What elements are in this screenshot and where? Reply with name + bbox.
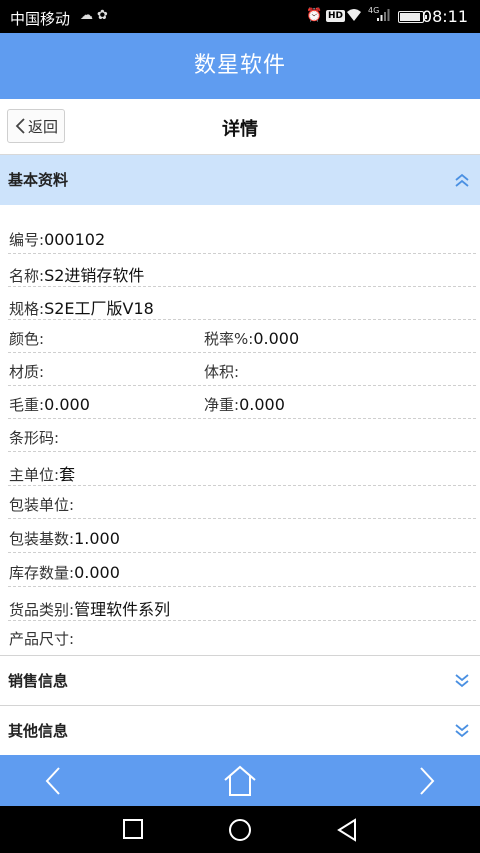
name-value: S2进销存软件 xyxy=(44,266,145,285)
pack-unit-label: 包装单位: xyxy=(9,496,75,514)
next-button[interactable] xyxy=(404,755,450,806)
double-chevron-down-icon xyxy=(455,674,469,688)
page-title: 详情 xyxy=(222,119,258,140)
field-row-weights: 毛重:0.000 净重:0.000 xyxy=(8,386,476,419)
field-row-pack-unit: 包装单位: xyxy=(8,486,476,519)
clock: 08:11 xyxy=(421,7,468,26)
category-value: 管理软件系列 xyxy=(74,600,171,619)
subheader: 返回 详情 xyxy=(0,99,480,155)
name-label: 名称: xyxy=(9,267,45,285)
back-label: 返回 xyxy=(27,117,58,136)
barcode-label: 条形码: xyxy=(9,429,60,447)
pack-qty-value: 1.000 xyxy=(74,529,120,548)
field-row-barcode: 条形码: xyxy=(8,419,476,452)
gross-weight-label: 毛重: xyxy=(9,396,45,414)
wifi-icon xyxy=(346,8,362,26)
field-row-code: 编号:000102 xyxy=(8,221,476,254)
double-chevron-down-icon xyxy=(455,724,469,738)
field-row-category: 货品类别:管理软件系列 xyxy=(8,588,476,621)
chevron-right-icon xyxy=(420,766,435,795)
section-other-header[interactable]: 其他信息 xyxy=(0,705,480,755)
section-other-label: 其他信息 xyxy=(8,722,69,740)
system-home-button[interactable] xyxy=(228,818,252,846)
prev-button[interactable] xyxy=(30,755,76,806)
gross-weight-value: 0.000 xyxy=(44,395,90,414)
battery-icon xyxy=(398,11,427,23)
section-sales-label: 销售信息 xyxy=(8,672,69,690)
stock-label: 库存数量: xyxy=(9,564,75,582)
chevron-left-icon xyxy=(45,766,60,795)
net-weight-label: 净重: xyxy=(204,396,240,414)
pack-qty-label: 包装基数: xyxy=(9,530,75,548)
section-basic-label: 基本资料 xyxy=(8,171,69,189)
tax-value: 0.000 xyxy=(253,329,300,348)
square-icon xyxy=(123,819,143,839)
cloud-icon: ☁ xyxy=(80,8,93,23)
color-label: 颜色: xyxy=(9,330,45,348)
tax-label: 税率%: xyxy=(204,330,254,348)
field-row-material-volume: 材质: 体积: xyxy=(8,353,476,386)
field-row-name: 名称:S2进销存软件 xyxy=(8,254,476,287)
back-button[interactable]: 返回 xyxy=(7,109,65,143)
unit-label: 主单位: xyxy=(9,466,60,484)
section-basic-header[interactable]: 基本资料 xyxy=(0,155,480,205)
status-bar: 中国移动 ☁ ✿ ⏰ HD 4G 08:11 xyxy=(0,0,480,33)
net-weight-value: 0.000 xyxy=(239,395,285,414)
field-row-spec: 规格:S2E工厂版V18 xyxy=(8,287,476,320)
field-row-pack-qty: 包装基数:1.000 xyxy=(8,520,476,553)
stock-value: 0.000 xyxy=(74,563,120,582)
chevron-left-icon xyxy=(15,118,25,134)
volume-label: 体积: xyxy=(204,363,240,381)
alarm-icon: ⏰ xyxy=(306,8,323,23)
recents-button[interactable] xyxy=(122,818,144,844)
carrier-name: 中国移动 xyxy=(10,10,71,28)
app-title: 数星软件 xyxy=(0,33,480,99)
circle-icon xyxy=(229,819,251,841)
category-label: 货品类别: xyxy=(9,601,75,619)
size-label: 产品尺寸: xyxy=(9,630,75,648)
unit-value: 套 xyxy=(59,465,76,484)
section-sales-header[interactable]: 销售信息 xyxy=(0,655,480,705)
field-row-unit: 主单位:套 xyxy=(8,453,476,486)
bottom-nav xyxy=(0,755,480,806)
double-chevron-up-icon xyxy=(455,173,469,187)
system-nav-bar xyxy=(0,806,480,853)
triangle-back-icon xyxy=(337,818,356,842)
code-label: 编号: xyxy=(9,231,45,249)
home-icon xyxy=(224,765,256,796)
material-label: 材质: xyxy=(9,363,45,381)
home-button[interactable] xyxy=(217,755,263,806)
system-back-button[interactable] xyxy=(336,818,358,846)
spec-value: S2E工厂版V18 xyxy=(44,299,154,318)
field-row-stock: 库存数量:0.000 xyxy=(8,554,476,587)
field-row-color-tax: 颜色: 税率%:0.000 xyxy=(8,320,476,353)
spec-label: 规格: xyxy=(9,300,45,318)
app-notification-icon: ✿ xyxy=(97,8,108,23)
field-row-size: 产品尺寸: xyxy=(8,620,476,653)
code-value: 000102 xyxy=(44,230,106,249)
hd-badge: HD xyxy=(326,10,346,22)
signal-icon xyxy=(376,8,390,26)
